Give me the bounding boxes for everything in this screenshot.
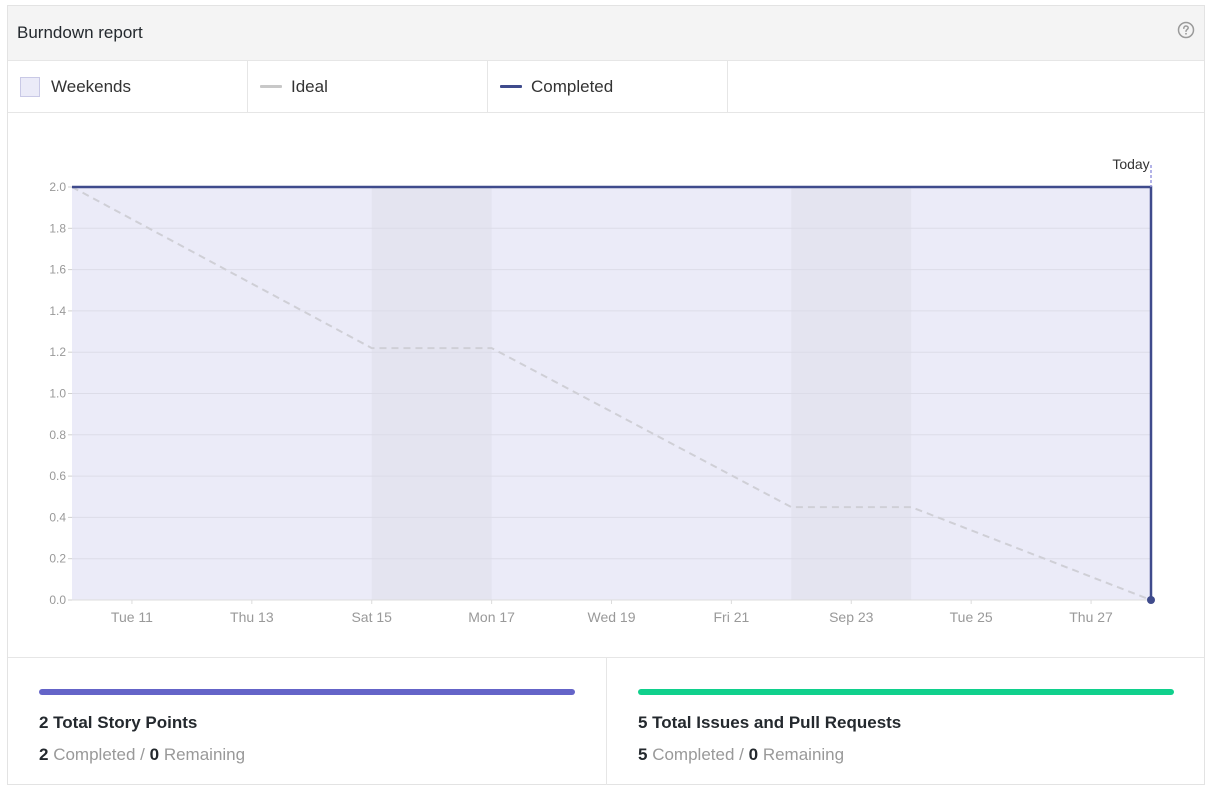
panel-header: Burndown report [8, 6, 1204, 61]
remaining-count: 0 [149, 745, 160, 764]
page-title: Burndown report [17, 23, 143, 42]
x-tick-label: Fri 21 [713, 609, 749, 625]
y-tick-label: 1.6 [49, 263, 66, 277]
y-tick-label: 0.6 [49, 469, 66, 483]
y-tick-label: 0.4 [49, 510, 66, 524]
x-tick-label: Sat 15 [351, 609, 392, 625]
story-points-title: 2 Total Story Points [39, 713, 198, 732]
x-tick-label: Tue 25 [950, 609, 993, 625]
separator: / [140, 745, 145, 764]
weekend-swatch-icon [20, 76, 40, 97]
story-points-summary: 2 Completed / 0 Remaining [39, 745, 245, 765]
y-tick-label: 0.0 [49, 593, 66, 607]
completed-count: 2 [39, 745, 49, 764]
legend-item-ideal[interactable]: Ideal [248, 61, 488, 112]
completed-line-icon [500, 85, 522, 88]
y-tick-label: 0.2 [49, 552, 66, 566]
completed-label: Completed [53, 745, 136, 764]
separator: / [739, 745, 744, 764]
legend-label: Completed [531, 76, 614, 96]
legend-label: Ideal [291, 76, 328, 96]
x-tick-label: Mon 17 [468, 609, 515, 625]
y-tick-label: 1.8 [49, 221, 66, 235]
stats-row: 2 Total Story Points 2 Completed / 0 Rem… [8, 657, 1204, 785]
x-tick-label: Thu 27 [1069, 609, 1113, 625]
issues-bar [638, 689, 1174, 695]
remaining-label: Remaining [163, 745, 246, 764]
completed-end-point [1147, 596, 1155, 604]
x-tick-label: Tue 11 [111, 609, 153, 625]
legend-label: Weekends [51, 76, 132, 96]
ideal-line-icon [260, 85, 282, 88]
burndown-chart: 0.0 0.2 0.4 0.6 0.8 1.0 1.2 1.4 1.6 1.8 2.0 Tue 11 T… [8, 113, 1204, 657]
issues-title: 5 Total Issues and Pull Requests [638, 713, 902, 732]
x-tick-label: Sep 23 [829, 609, 874, 625]
completed-label: Completed [652, 745, 735, 764]
y-tick-label: 1.4 [49, 304, 66, 318]
remaining-count: 0 [748, 745, 759, 764]
completed-count: 5 [638, 745, 648, 764]
remaining-label: Remaining [762, 745, 845, 764]
story-points-stat: 2 Total Story Points 2 Completed / 0 Rem… [8, 658, 607, 785]
legend-item-completed[interactable]: Completed [488, 61, 728, 112]
burndown-chart-svg: 0.0 0.2 0.4 0.6 0.8 1.0 1.2 1.4 1.6 1.8 2.0 Tue 11 T… [49, 156, 1155, 625]
story-points-bar [39, 689, 575, 695]
y-tick-label: 1.0 [49, 387, 66, 401]
question-circle-icon[interactable] [1177, 21, 1195, 39]
burndown-panel: Burndown report Weekends Ideal Completed… [7, 5, 1205, 785]
y-tick-label: 1.2 [49, 345, 66, 359]
x-tick-label: Wed 19 [588, 609, 636, 625]
today-label: Today [1112, 156, 1149, 172]
issues-stat: 5 Total Issues and Pull Requests 5 Compl… [607, 658, 1205, 785]
legend-item-weekends[interactable]: Weekends [8, 61, 248, 112]
x-tick-label: Thu 13 [230, 609, 274, 625]
chart-legend: Weekends Ideal Completed [8, 61, 1204, 113]
y-tick-label: 0.8 [49, 428, 66, 442]
y-tick-label: 2.0 [49, 180, 66, 194]
issues-summary: 5 Completed / 0 Remaining [638, 745, 844, 765]
